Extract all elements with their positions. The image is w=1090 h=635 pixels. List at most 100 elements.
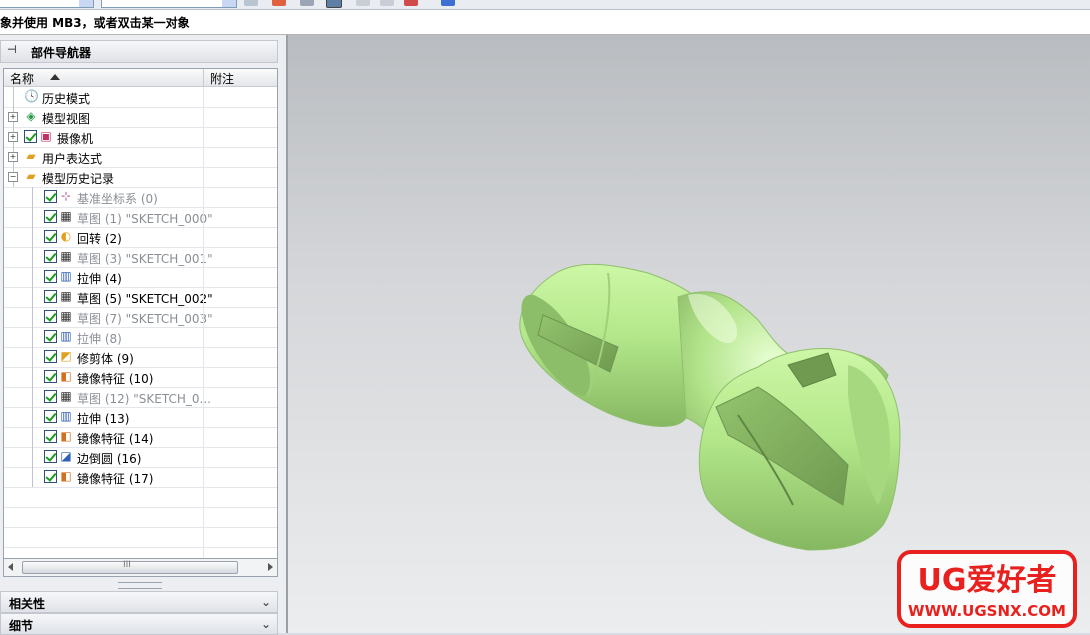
scrollbar-thumb[interactable]: III [22,560,238,574]
empty-row [4,527,277,548]
tree-node[interactable]: 🕓 历史模式 [4,87,277,108]
visibility-checkbox[interactable] [44,350,57,363]
pin-icon[interactable]: ⊣ [7,44,19,56]
visibility-checkbox[interactable] [44,270,57,283]
horizontal-scrollbar[interactable]: III [3,558,278,577]
tree-connector-line [32,387,33,407]
tree-node[interactable]: ▦ 草图 (3) "SKETCH_001" [4,247,277,268]
tree-node-label: 拉伸 (4) [77,272,122,286]
visibility-checkbox[interactable] [44,430,57,443]
tree-node[interactable]: + ▣ 摄像机 [4,127,277,148]
tree-node[interactable]: ◧ 镜像特征 (10) [4,367,277,388]
part-navigator-header: ⊣ 部件导航器 [0,40,278,63]
tree-node[interactable]: ▦ 草图 (12) "SKETCH_0... [4,387,277,408]
folder-icon: ▰ [26,149,36,163]
dependencies-section[interactable]: 相关性 ⌄ [0,591,278,613]
empty-row [4,507,277,528]
tree-node[interactable]: − ▰ 模型历史记录 [4,167,277,188]
toolbar-button-icon[interactable] [326,0,342,8]
scroll-left-icon[interactable] [8,563,13,571]
watermark-url: WWW.UGSNX.COM [908,602,1066,620]
edge-blend-icon: ◪ [60,449,72,463]
chevron-down-icon[interactable]: ⌄ [259,617,273,631]
cell-divider [203,507,204,527]
tree-node-label: 回转 (2) [77,232,122,246]
visibility-checkbox[interactable] [44,470,57,483]
tree-node[interactable]: ▥ 拉伸 (8) [4,327,277,348]
toolbar-button-icon[interactable] [244,0,258,6]
toolbar-button-icon[interactable] [404,0,418,6]
column-header: 名称 附注 [4,69,277,87]
toolbar-button-icon[interactable] [356,0,370,6]
clock-icon: 🕓 [24,89,39,103]
scope-combo[interactable] [101,0,237,8]
expand-icon[interactable]: + [8,152,18,162]
tree-connector-line [32,367,33,387]
column-note-header[interactable]: 附注 [210,70,234,87]
tree-node[interactable]: ◧ 镜像特征 (17) [4,467,277,488]
column-divider[interactable] [203,69,204,86]
cell-divider [203,167,204,187]
toolbar-button-icon[interactable] [300,0,314,6]
visibility-checkbox[interactable] [44,250,57,263]
visibility-checkbox[interactable] [44,230,57,243]
tree-node[interactable]: ▥ 拉伸 (13) [4,407,277,428]
toolbar-button-icon[interactable] [272,0,286,6]
sketch-icon: ▦ [60,289,72,303]
ugsnx-watermark-logo: UG爱好者 WWW.UGSNX.COM [897,550,1077,628]
sketch-icon: ▦ [60,389,72,403]
tree-node[interactable]: ◧ 镜像特征 (14) [4,427,277,448]
visibility-checkbox[interactable] [44,370,57,383]
extrude-icon: ▥ [60,329,72,343]
tree-node-label: 草图 (1) "SKETCH_000" [77,212,213,226]
tree-node[interactable]: + ◈ 模型视图 [4,107,277,128]
chevron-down-icon[interactable]: ⌄ [259,595,273,609]
cell-divider [203,347,204,367]
column-name-header[interactable]: 名称 [10,70,34,87]
visibility-checkbox[interactable] [44,330,57,343]
tree-node[interactable]: ⊹ 基准坐标系 (0) [4,187,277,208]
tree-connector-line [32,467,33,487]
sort-ascending-icon[interactable] [50,74,60,80]
visibility-checkbox[interactable] [24,130,37,143]
expand-icon[interactable]: + [8,132,18,142]
trim-body-icon: ◩ [60,349,72,363]
toolbar-button-icon[interactable] [380,0,394,6]
chevron-down-icon[interactable] [222,0,236,7]
visibility-checkbox[interactable] [44,190,57,203]
visibility-checkbox[interactable] [44,410,57,423]
visibility-checkbox[interactable] [44,310,57,323]
graphics-window[interactable]: UG爱好者 WWW.UGSNX.COM [286,35,1090,633]
model-3d-view[interactable] [288,35,1090,633]
tree-node-label: 用户表达式 [42,152,103,166]
visibility-checkbox[interactable] [44,450,57,463]
toolbar-button-icon[interactable] [441,0,455,6]
collapse-icon[interactable]: − [8,172,18,182]
tree-node[interactable]: ▦ 草图 (7) "SKETCH_003" [4,307,277,328]
tree-node-label: 模型视图 [42,112,91,126]
visibility-checkbox[interactable] [44,390,57,403]
tree-node[interactable]: ◩ 修剪体 (9) [4,347,277,368]
tree-connector-line [32,207,33,227]
expand-icon[interactable]: + [8,112,18,122]
tree-node[interactable]: ▥ 拉伸 (4) [4,267,277,288]
visibility-checkbox[interactable] [44,210,57,223]
scroll-right-icon[interactable] [268,563,273,571]
cell-divider [203,367,204,387]
sketch-icon: ▦ [60,249,72,263]
tree-node[interactable]: ◪ 边倒圆 (16) [4,447,277,468]
part-navigator-tree[interactable]: 名称 附注 🕓 历史模式 + ◈ 模型视图 + ▣ 摄像机 + ▰ 用户表达式 − ▰ 模型历史记录 ⊹ 基准… [3,68,278,563]
details-section[interactable]: 细节 ⌄ [0,613,278,635]
cell-divider [203,467,204,487]
tree-node[interactable]: ▦ 草图 (5) "SKETCH_002" [4,287,277,308]
filter-combo[interactable] [0,0,94,8]
chevron-down-icon[interactable] [79,0,93,7]
cell-divider [203,267,204,287]
tree-node-label: 摄像机 [57,132,94,146]
tree-node[interactable]: ▦ 草图 (1) "SKETCH_000" [4,207,277,228]
visibility-checkbox[interactable] [44,290,57,303]
tree-node[interactable]: ◐ 回转 (2) [4,227,277,248]
panel-splitter[interactable] [118,582,162,589]
sketch-icon: ▦ [60,309,72,323]
tree-node[interactable]: + ▰ 用户表达式 [4,147,277,168]
